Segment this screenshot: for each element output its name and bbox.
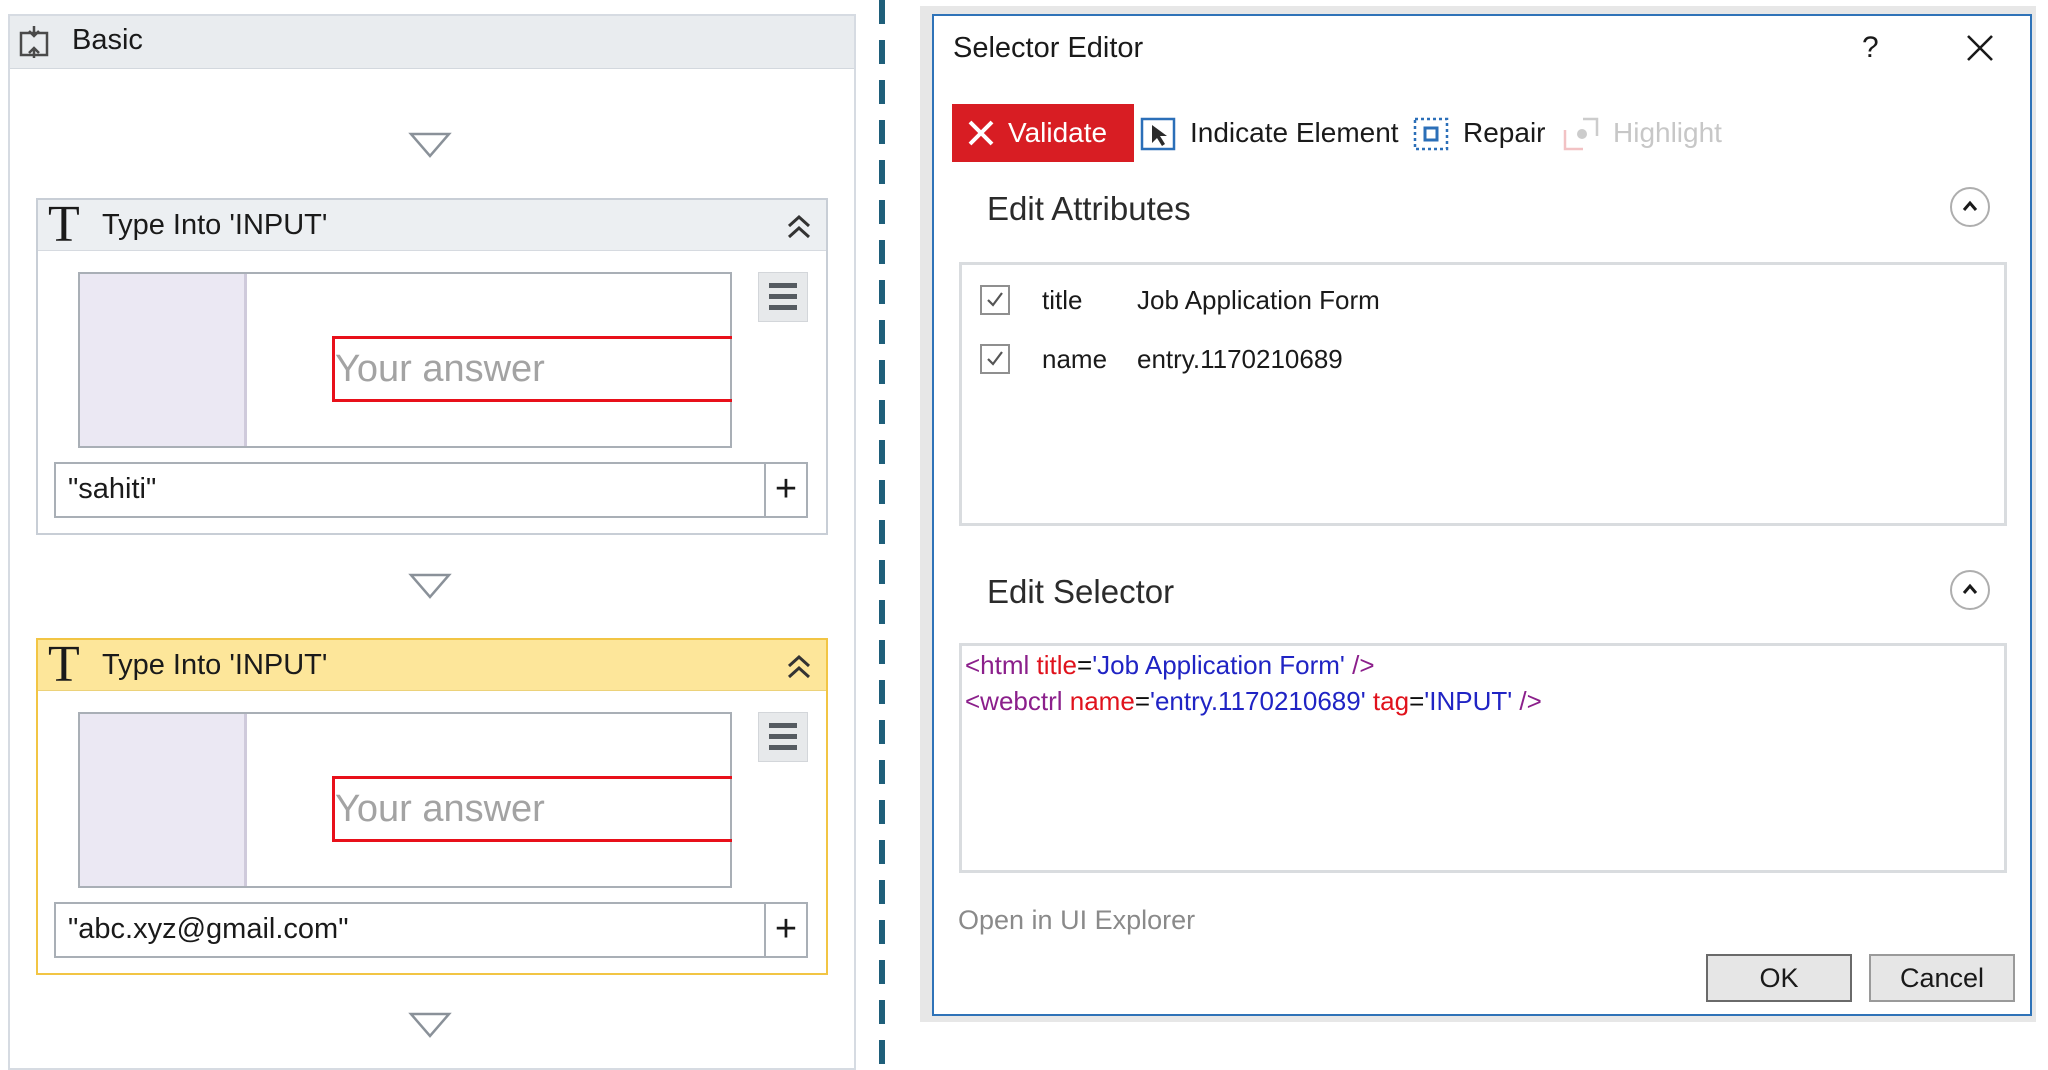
attribute-checkbox[interactable] xyxy=(980,344,1010,374)
expression-plus-button[interactable]: + xyxy=(766,902,808,958)
highlight-icon xyxy=(1563,117,1599,151)
help-button[interactable]: ? xyxy=(1862,26,1879,70)
selector-line-1[interactable]: <html title='Job Application Form' /> xyxy=(965,647,1375,683)
attribute-value[interactable]: entry.1170210689 xyxy=(1137,337,1343,381)
validate-label: Validate xyxy=(1008,117,1108,148)
preview-placeholder: Your answer xyxy=(335,348,545,390)
validate-x-icon xyxy=(968,120,994,146)
element-preview: Your answer xyxy=(78,272,732,448)
indicate-element-icon xyxy=(1140,117,1176,151)
preview-placeholder: Your answer xyxy=(335,788,545,830)
preview-sidebar xyxy=(80,274,247,446)
preview-sidebar xyxy=(80,714,247,886)
hamburger-menu-icon[interactable] xyxy=(758,712,808,762)
collapse-icon[interactable] xyxy=(784,652,814,682)
text-input-field[interactable]: "sahiti" xyxy=(54,462,766,518)
type-into-activity-2[interactable]: T Type Into 'INPUT' Your answer "abc.xyz… xyxy=(36,638,828,975)
preview-highlighted-field: Your answer xyxy=(332,336,732,402)
close-icon[interactable] xyxy=(1962,30,1998,66)
chevron-up-icon xyxy=(1962,200,1978,211)
type-into-icon: T xyxy=(48,636,80,693)
edit-selector-title: Edit Selector xyxy=(987,573,1175,610)
open-in-ui-explorer-link[interactable]: Open in UI Explorer xyxy=(958,900,1195,940)
repair-button[interactable]: Repair xyxy=(1413,104,1563,162)
selector-line-2[interactable]: <webctrl name='entry.1170210689' tag='IN… xyxy=(965,683,1542,719)
indicate-element-button[interactable]: Indicate Element xyxy=(1140,104,1399,162)
dialog-title: Selector Editor xyxy=(953,32,1144,64)
ok-button[interactable]: OK xyxy=(1706,954,1852,1002)
drop-arrow-icon[interactable] xyxy=(408,572,452,600)
cancel-button[interactable]: Cancel xyxy=(1869,954,2015,1002)
highlight-button[interactable]: Highlight xyxy=(1563,104,1743,162)
type-into-activity-1[interactable]: T Type Into 'INPUT' Your answer "sahiti"… xyxy=(36,198,828,535)
attribute-row-name: name entry.1170210689 xyxy=(980,337,1460,381)
activity-title: Type Into 'INPUT' xyxy=(102,649,328,681)
dashed-separator xyxy=(879,0,885,1070)
activity-header[interactable]: T Type Into 'INPUT' xyxy=(38,636,826,693)
indicate-element-label: Indicate Element xyxy=(1190,117,1399,148)
sequence-icon xyxy=(19,26,49,58)
attribute-name: name xyxy=(1042,344,1108,374)
activity-title: Type Into 'INPUT' xyxy=(102,209,328,241)
attribute-checkbox[interactable] xyxy=(980,285,1010,315)
drop-arrow-icon[interactable] xyxy=(408,1011,452,1039)
checkmark-icon xyxy=(987,351,1003,366)
element-preview: Your answer xyxy=(78,712,732,888)
repair-icon xyxy=(1413,117,1449,151)
attribute-row-title: title Job Application Form xyxy=(980,278,1460,322)
checkmark-icon xyxy=(987,292,1003,307)
collapse-icon[interactable] xyxy=(784,212,814,242)
repair-label: Repair xyxy=(1463,117,1546,148)
type-into-icon: T xyxy=(48,196,80,253)
text-input-field[interactable]: "abc.xyz@gmail.com" xyxy=(54,902,766,958)
attribute-value[interactable]: Job Application Form xyxy=(1137,278,1380,322)
activity-header[interactable]: T Type Into 'INPUT' xyxy=(38,196,826,253)
hamburger-menu-icon[interactable] xyxy=(758,272,808,322)
edit-selector-collapse-button[interactable] xyxy=(1950,570,1990,610)
edit-attributes-collapse-button[interactable] xyxy=(1950,187,1990,227)
chevron-up-icon xyxy=(1962,583,1978,594)
highlight-label: Highlight xyxy=(1613,117,1722,148)
attribute-name: title xyxy=(1042,285,1083,315)
validate-button[interactable]: Validate xyxy=(952,104,1134,162)
expression-plus-button[interactable]: + xyxy=(766,462,808,518)
drop-arrow-icon[interactable] xyxy=(408,131,452,159)
sequence-title: Basic xyxy=(72,24,143,56)
edit-attributes-title: Edit Attributes xyxy=(987,190,1191,227)
preview-highlighted-field: Your answer xyxy=(332,776,732,842)
